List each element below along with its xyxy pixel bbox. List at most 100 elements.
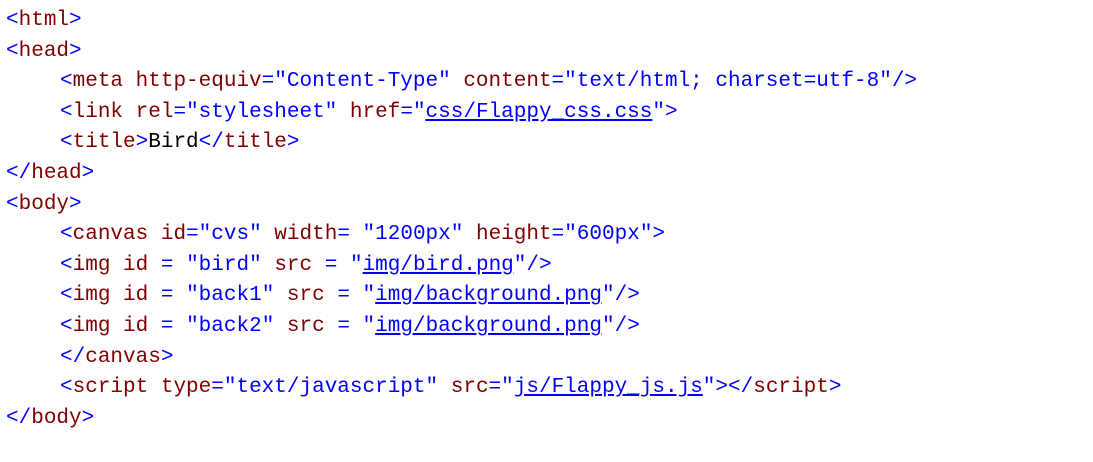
code-token-punct: <: [6, 192, 19, 216]
code-token-punct: =: [186, 223, 199, 247]
code-token-punct: =: [337, 314, 350, 338]
code-token-value: ": [362, 314, 376, 338]
code-token-punct: <: [6, 9, 19, 32]
code-token-punct: />: [526, 253, 552, 277]
code-token-punct: />: [614, 284, 640, 308]
code-token-punct: =: [160, 284, 174, 308]
code-token-value: ": [349, 253, 363, 277]
code-token-punct: <: [6, 39, 19, 63]
code-token-value: "text/javascript": [223, 376, 439, 400]
code-token-punct: >: [81, 161, 95, 185]
code-token-attr: height: [475, 223, 552, 247]
code-token-attr: id: [123, 284, 149, 308]
code-token-punct: <: [60, 376, 73, 400]
code-token-punct: =: [488, 376, 502, 400]
code-token-punct: <: [60, 70, 73, 94]
code-token-punct: >: [69, 9, 82, 32]
code-token-value: "stylesheet": [186, 100, 338, 124]
code-token-tag: html: [18, 9, 70, 32]
code-token-punct: </: [60, 345, 86, 369]
code-token-punct: >: [160, 345, 174, 369]
code-line: <link rel="stylesheet" href="css/Flappy_…: [0, 98, 1093, 129]
code-token-punct: >: [81, 406, 95, 430]
code-link[interactable]: img/bird.png: [363, 254, 514, 277]
code-editor[interactable]: <html> <head> <meta http-equiv="Content-Ty…: [0, 0, 1093, 462]
code-line: </canvas>: [0, 343, 1093, 374]
code-token-tag: canvas: [72, 223, 149, 247]
code-token-punct: =: [160, 253, 174, 277]
code-token-punct: <: [60, 314, 73, 338]
code-token-punct: >: [665, 100, 678, 124]
code-token-value: ": [513, 253, 527, 277]
code-token-tag: title: [223, 131, 287, 155]
code-token-tag: head: [18, 39, 70, 63]
code-token-text: Bird: [148, 131, 199, 155]
code-token-punct: =: [400, 100, 413, 124]
code-token-value: "bird": [186, 253, 262, 277]
code-token-value: "cvs": [198, 223, 262, 247]
code-token-attr: id: [123, 314, 149, 338]
code-token-attr: http-equiv: [135, 70, 262, 94]
code-line: <img id = "bird" src = "img/bird.png"/>: [0, 251, 1093, 282]
code-token-tag: img: [72, 284, 111, 308]
code-token-attr: src: [274, 253, 313, 277]
code-token-punct: <: [60, 284, 73, 308]
code-link[interactable]: js/Flappy_js.js: [514, 376, 703, 399]
code-token-attr: id: [123, 253, 149, 277]
code-token-attr: rel: [135, 100, 174, 124]
code-line: <body>: [0, 190, 1093, 221]
code-token-punct: =: [211, 376, 224, 400]
code-line: <canvas id="cvs" width= "1200px" height=…: [0, 220, 1093, 251]
code-token-value: ": [602, 314, 615, 338]
code-token-punct: =: [337, 223, 350, 247]
code-token-punct: >: [69, 192, 82, 216]
code-token-attr: type: [160, 376, 212, 400]
code-token-tag: title: [72, 131, 136, 155]
code-line: </body>: [0, 404, 1093, 435]
code-token-punct: ></: [715, 376, 754, 400]
code-token-attr: content: [463, 70, 552, 94]
code-token-punct: </: [6, 161, 32, 185]
code-token-value: ": [602, 284, 615, 308]
code-token-punct: =: [261, 70, 275, 94]
code-token-attr: href: [349, 100, 401, 124]
code-token-tag: meta: [72, 70, 124, 94]
code-token-punct: <: [60, 253, 73, 277]
code-token-value: ": [362, 284, 376, 308]
code-token-value: "Content-Type": [274, 70, 451, 94]
code-token-punct: <: [60, 223, 73, 247]
code-token-value: "back2": [186, 314, 275, 338]
code-link[interactable]: img/background.png: [375, 315, 602, 338]
code-line: <title>Bird</title>: [0, 128, 1093, 159]
code-link[interactable]: css/Flappy_css.css: [426, 101, 653, 124]
code-token-punct: =: [551, 70, 565, 94]
code-token-tag: script: [72, 376, 149, 400]
code-token-punct: </: [6, 406, 32, 430]
code-line: <script type="text/javascript" src="js/F…: [0, 373, 1093, 404]
code-link[interactable]: img/background.png: [375, 284, 602, 307]
code-token-tag: script: [753, 376, 829, 400]
code-token-tag: canvas: [85, 345, 161, 369]
code-token-punct: >: [652, 223, 666, 247]
code-line: <meta http-equiv="Content-Type" content=…: [0, 67, 1093, 98]
code-token-value: "back1": [186, 284, 275, 308]
